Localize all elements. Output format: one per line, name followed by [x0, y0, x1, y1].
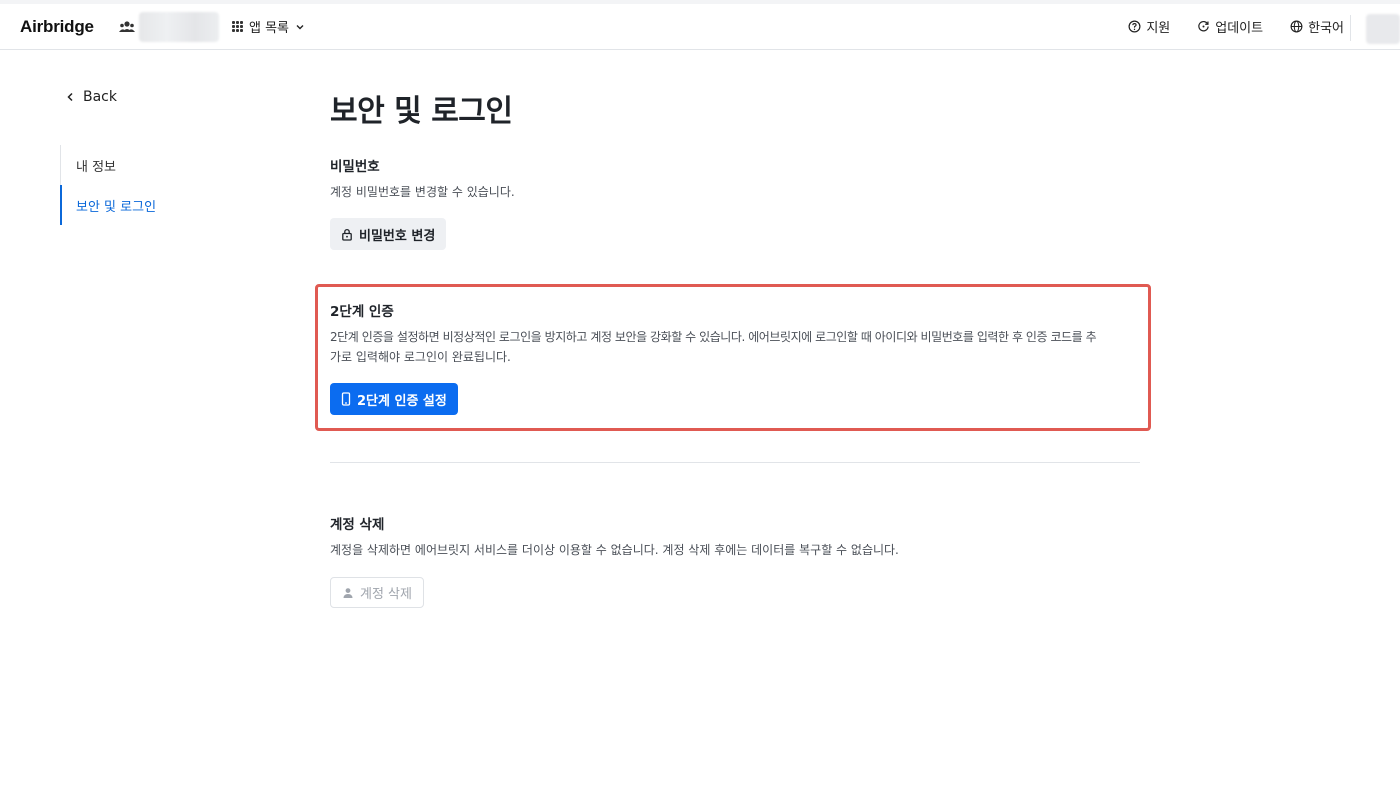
change-password-label: 비밀번호 변경 — [359, 228, 436, 244]
password-section-title: 비밀번호 — [330, 159, 380, 175]
setup-two-factor-button[interactable]: 2단계 인증 설정 — [330, 383, 458, 415]
mobile-phone-icon — [341, 392, 351, 406]
app-list-dropdown[interactable]: 앱 목록 — [232, 17, 305, 36]
two-factor-section-description: 2단계 인증을 설정하면 비정상적인 로그인을 방지하고 계정 보안을 강화할 … — [330, 327, 1142, 367]
chevron-down-icon — [296, 24, 304, 29]
section-divider — [330, 462, 1140, 463]
password-section-description: 계정 비밀번호를 변경할 수 있습니다. — [330, 185, 515, 199]
organization-name-blurred[interactable] — [139, 12, 219, 42]
grid-icon — [232, 21, 243, 32]
two-factor-section-title: 2단계 인증 — [330, 304, 394, 320]
updates-label: 업데이트 — [1215, 21, 1264, 36]
settings-sidebar: 내 정보 보안 및 로그인 — [60, 145, 240, 225]
chevron-left-icon — [67, 92, 73, 102]
support-link[interactable]: 지원 — [1128, 17, 1170, 36]
delete-account-label: 계정 삭제 — [360, 587, 412, 602]
page-title: 보안 및 로그인 — [330, 94, 513, 129]
language-selector[interactable]: 한국어 — [1290, 17, 1344, 36]
globe-icon — [1290, 20, 1303, 33]
sidebar-item-label: 내 정보 — [76, 159, 117, 175]
app-list-label: 앱 목록 — [249, 21, 290, 36]
sidebar-item-my-info[interactable]: 내 정보 — [60, 145, 240, 185]
delete-account-section-title: 계정 삭제 — [330, 517, 385, 533]
back-label: Back — [83, 89, 117, 105]
two-factor-description-line-2: 가로 입력해야 로그인이 완료됩니다. — [330, 350, 511, 364]
top-header: Airbridge 앱 목록 지원 업데이트 한국어 — [0, 0, 1400, 50]
lock-icon — [342, 228, 352, 241]
language-label: 한국어 — [1308, 21, 1344, 36]
header-divider — [1350, 15, 1351, 41]
sidebar-item-security-login[interactable]: 보안 및 로그인 — [60, 185, 240, 225]
change-password-button[interactable]: 비밀번호 변경 — [330, 218, 447, 250]
back-link[interactable]: Back — [66, 89, 117, 105]
help-circle-icon — [1128, 20, 1141, 33]
setup-two-factor-label: 2단계 인증 설정 — [357, 393, 447, 409]
user-icon — [343, 587, 353, 598]
support-label: 지원 — [1146, 21, 1171, 36]
two-factor-description-line-1: 2단계 인증을 설정하면 비정상적인 로그인을 방지하고 계정 보안을 강화할 … — [330, 330, 1097, 344]
user-avatar-blurred[interactable] — [1366, 14, 1400, 44]
sidebar-item-label: 보안 및 로그인 — [76, 199, 157, 215]
organization-icon[interactable] — [119, 20, 135, 34]
delete-account-section-description: 계정을 삭제하면 에어브릿지 서비스를 더이상 이용할 수 없습니다. 계정 삭… — [330, 543, 899, 557]
updates-link[interactable]: 업데이트 — [1197, 17, 1263, 36]
refresh-icon — [1198, 20, 1210, 32]
app-logo[interactable]: Airbridge — [20, 17, 94, 37]
delete-account-button[interactable]: 계정 삭제 — [330, 577, 424, 608]
